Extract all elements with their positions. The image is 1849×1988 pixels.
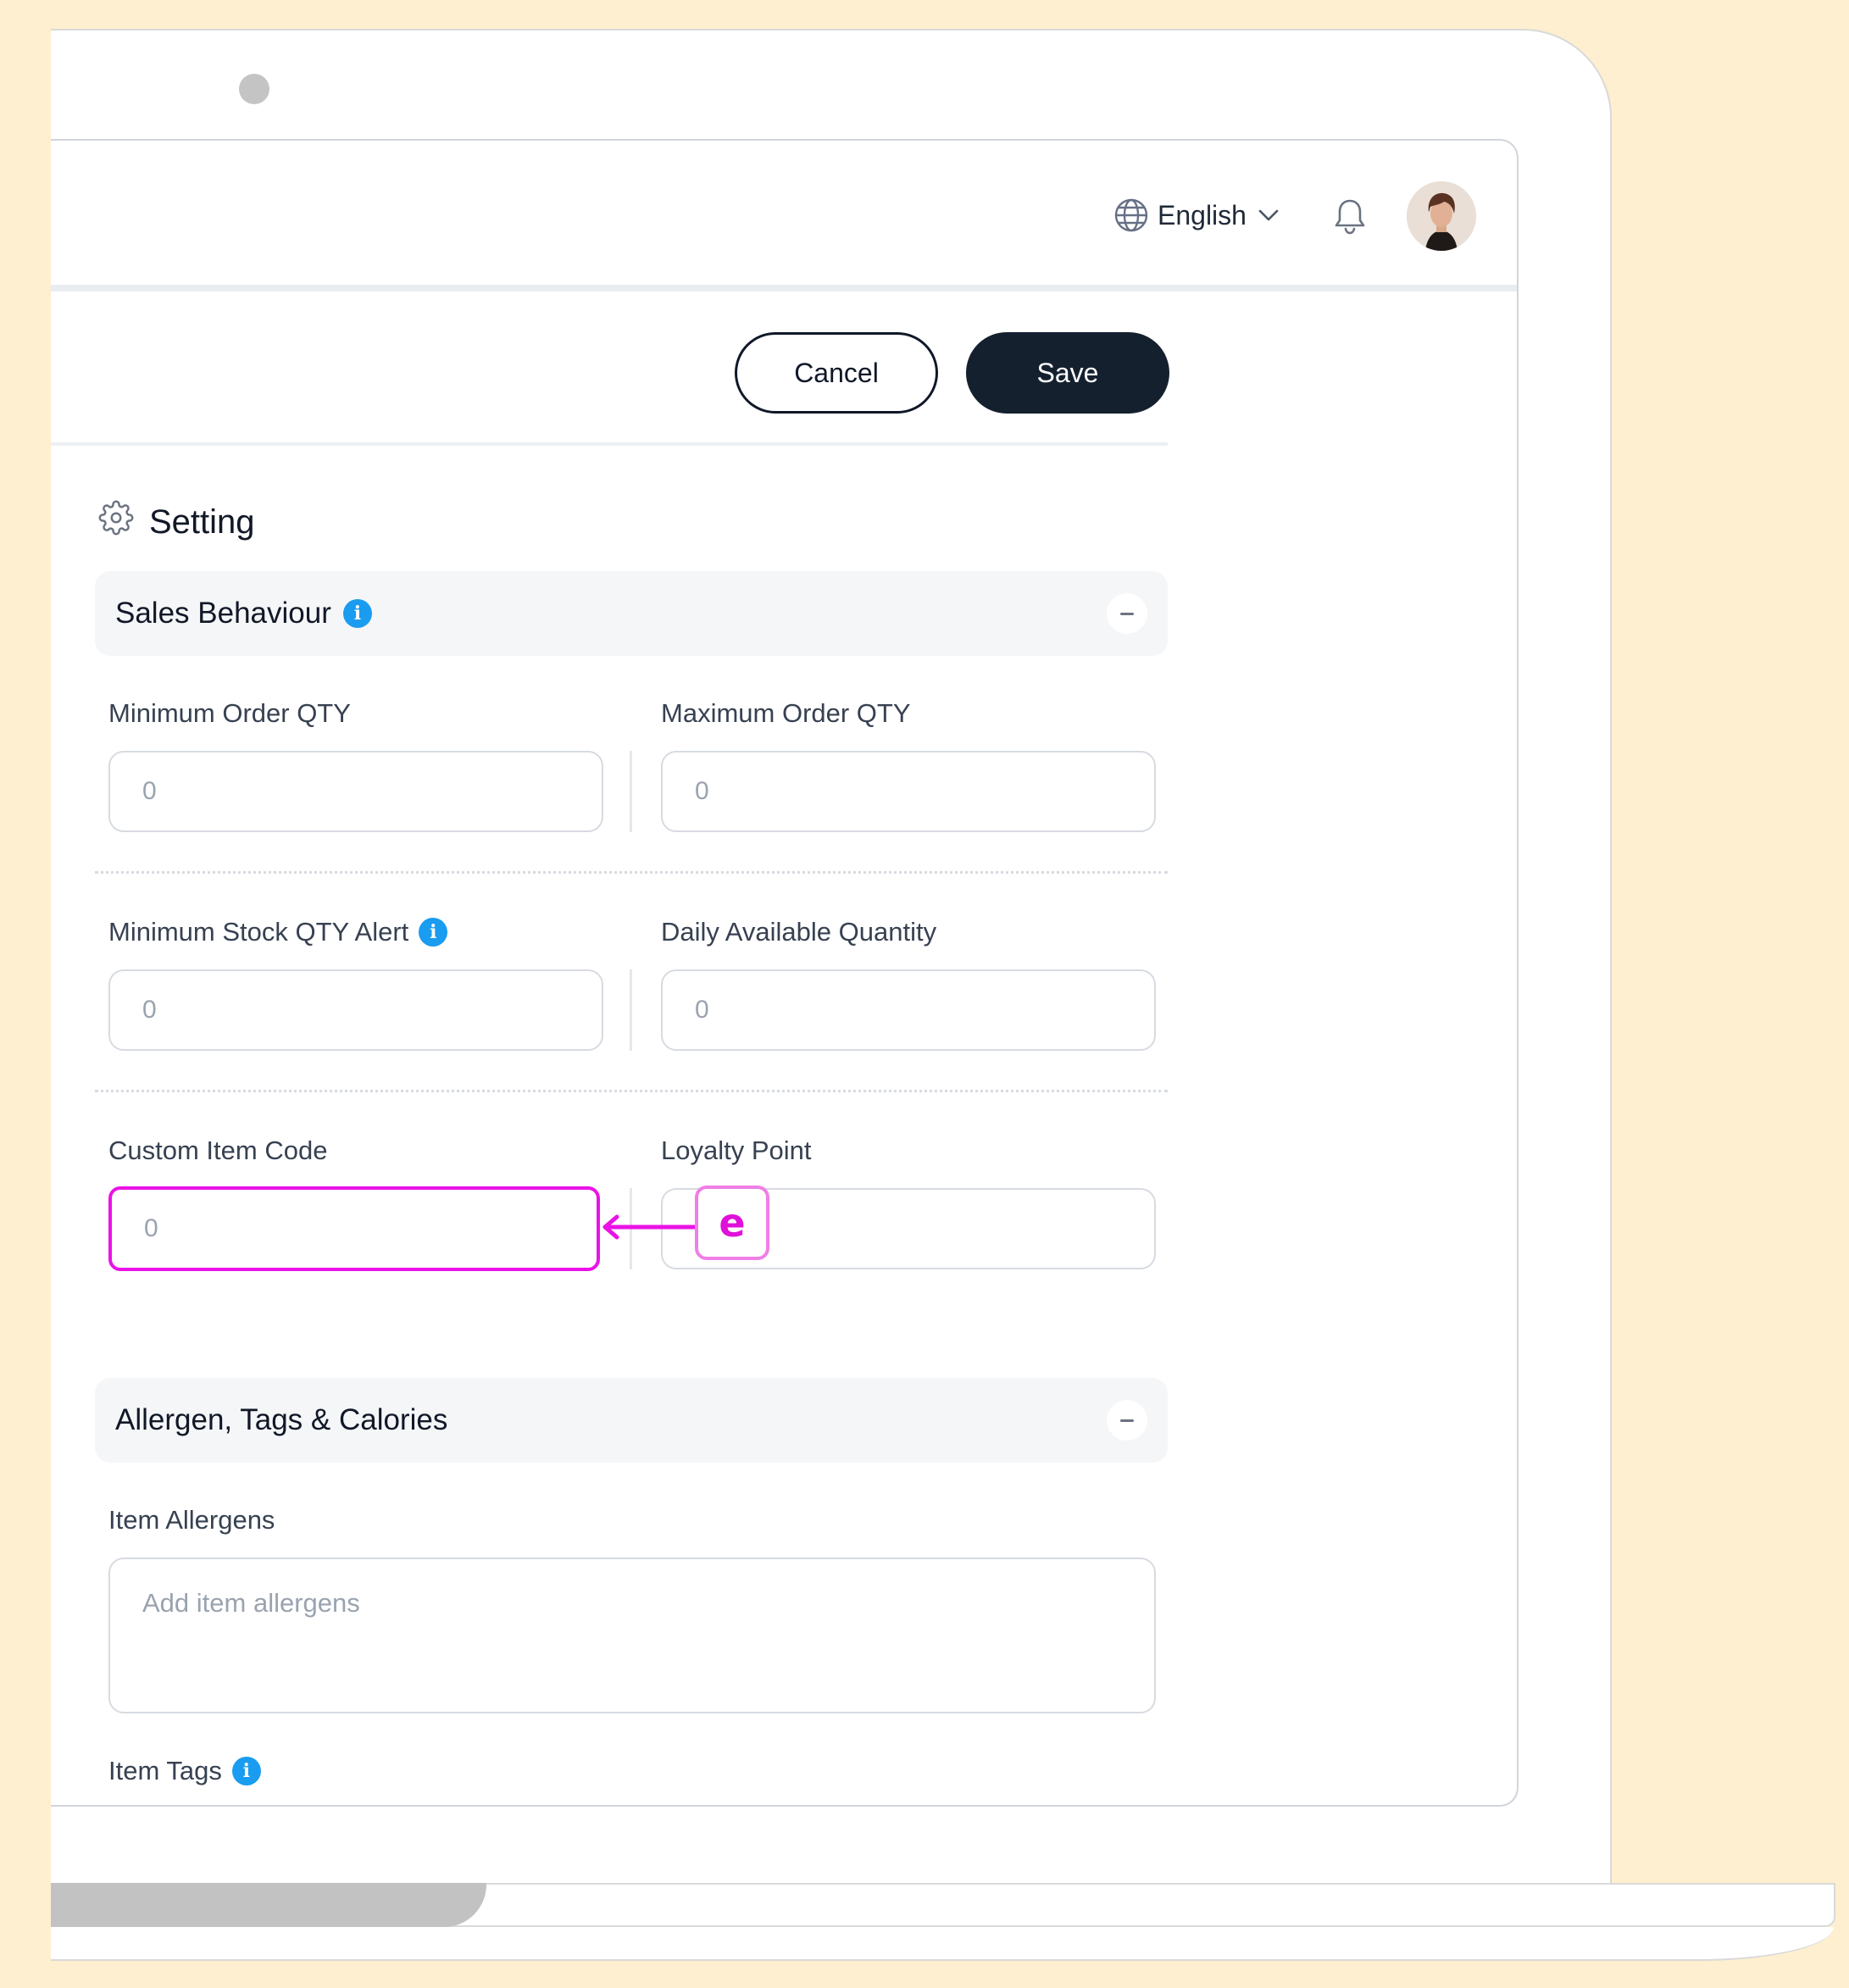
laptop-base-lip (51, 1927, 1834, 1961)
custom-item-code-value: 0 (144, 1214, 158, 1242)
row-divider (95, 871, 1168, 874)
cancel-button[interactable]: Cancel (735, 332, 938, 414)
form-actions: Cancel Save (51, 332, 1169, 417)
item-allergens-placeholder: Add item allergens (142, 1588, 360, 1618)
loyalty-point-label-text: Loyalty Point (661, 1136, 812, 1165)
setting-heading: Setting (98, 500, 255, 544)
field-separator (630, 751, 632, 832)
minus-icon (1120, 612, 1134, 615)
sales-behaviour-header[interactable]: Sales Behaviour i (95, 571, 1168, 656)
daily-available-value: 0 (695, 996, 709, 1024)
info-icon[interactable]: i (342, 599, 372, 628)
chevron-down-icon (1255, 202, 1282, 229)
language-selector[interactable]: English (1113, 195, 1282, 236)
daily-available-label-text: Daily Available Quantity (661, 917, 937, 947)
min-stock-alert-label: Minimum Stock QTY Alert i (108, 917, 448, 947)
collapse-sales-behaviour-button[interactable] (1107, 593, 1147, 634)
row-divider (95, 1090, 1168, 1092)
item-allergens-label: Item Allergens (108, 1505, 275, 1535)
language-label: English (1158, 199, 1247, 230)
custom-item-code-label: Custom Item Code (108, 1136, 327, 1166)
laptop-trackbar (51, 1883, 486, 1927)
max-order-label: Maximum Order QTY (661, 698, 911, 729)
loyalty-point-label: Loyalty Point (661, 1136, 812, 1166)
field-separator (630, 969, 632, 1051)
allergen-section-header[interactable]: Allergen, Tags & Calories (95, 1378, 1168, 1463)
annotation-arrow-icon (597, 1210, 699, 1248)
item-allergens-input[interactable]: Add item allergens (108, 1558, 1156, 1713)
annotation-badge: e (695, 1186, 769, 1260)
daily-available-label: Daily Available Quantity (661, 917, 936, 947)
info-icon[interactable]: i (231, 1757, 261, 1785)
item-allergens-label-text: Item Allergens (108, 1505, 275, 1535)
info-icon[interactable]: i (419, 918, 448, 947)
top-bar-divider (51, 285, 1517, 292)
max-order-input[interactable]: 0 (661, 751, 1156, 832)
setting-title: Setting (149, 503, 255, 541)
laptop-camera (239, 74, 269, 104)
app-screen: English Cancel Save Setting Sales Behavi… (51, 139, 1519, 1807)
item-tags-label: Item Tags i (108, 1756, 261, 1786)
min-stock-alert-value: 0 (142, 996, 157, 1024)
max-order-value: 0 (695, 777, 709, 805)
page: English Cancel Save Setting Sales Behavi… (0, 0, 1849, 1988)
minus-icon (1120, 1419, 1134, 1422)
min-order-input[interactable]: 0 (108, 751, 603, 832)
bell-icon[interactable] (1332, 197, 1368, 240)
min-order-label: Minimum Order QTY (108, 698, 351, 729)
custom-item-code-input[interactable]: 0 (108, 1186, 600, 1271)
sales-behaviour-title: Sales Behaviour (115, 597, 331, 630)
actions-divider (51, 442, 1168, 446)
min-order-label-text: Minimum Order QTY (108, 698, 351, 728)
top-bar: English (51, 141, 1517, 285)
globe-icon (1113, 197, 1149, 233)
min-order-value: 0 (142, 777, 157, 805)
avatar[interactable] (1407, 181, 1476, 251)
allergen-section-title: Allergen, Tags & Calories (115, 1403, 448, 1436)
custom-item-code-label-text: Custom Item Code (108, 1136, 328, 1165)
min-stock-alert-input[interactable]: 0 (108, 969, 603, 1051)
max-order-label-text: Maximum Order QTY (661, 698, 911, 728)
gear-icon (98, 500, 134, 544)
save-button[interactable]: Save (966, 332, 1169, 414)
min-stock-alert-label-text: Minimum Stock QTY Alert (108, 917, 409, 947)
daily-available-input[interactable]: 0 (661, 969, 1156, 1051)
collapse-allergen-button[interactable] (1107, 1400, 1147, 1441)
item-tags-label-text: Item Tags (108, 1756, 222, 1785)
